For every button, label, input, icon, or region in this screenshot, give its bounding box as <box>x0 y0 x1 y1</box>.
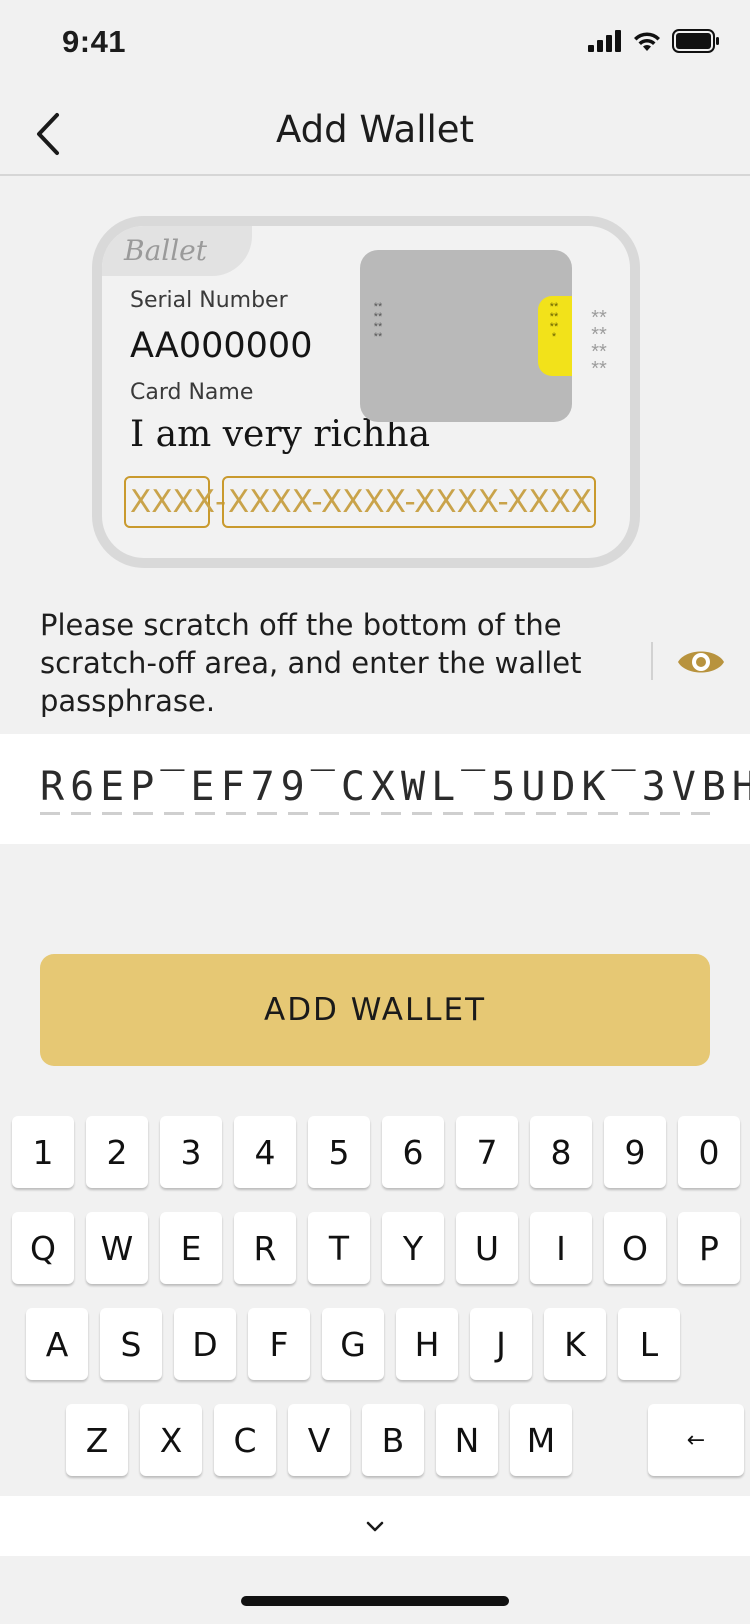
wifi-icon <box>634 32 660 51</box>
scratch-stars: ******** <box>373 301 383 343</box>
key-l[interactable]: L <box>618 1308 680 1380</box>
battery-icon <box>672 29 719 53</box>
code-first: XXXX <box>130 484 215 520</box>
key-5[interactable]: 5 <box>308 1116 370 1188</box>
key-9[interactable]: 9 <box>604 1116 666 1188</box>
scratch-off-area: ******** ******* <box>360 250 572 422</box>
backspace-key[interactable]: ← <box>648 1404 744 1476</box>
key-v[interactable]: V <box>288 1404 350 1476</box>
side-stars: ******** <box>591 307 607 380</box>
key-j[interactable]: J <box>470 1308 532 1380</box>
key-u[interactable]: U <box>456 1212 518 1284</box>
key-f[interactable]: F <box>248 1308 310 1380</box>
serial-number-value: AA000000 <box>130 326 313 366</box>
status-icons <box>588 29 720 53</box>
keyboard-accessory-bar <box>0 1496 750 1556</box>
hologram-strip: ******* <box>538 296 572 376</box>
key-a[interactable]: A <box>26 1308 88 1380</box>
key-3[interactable]: 3 <box>160 1116 222 1188</box>
key-0[interactable]: 0 <box>678 1116 740 1188</box>
key-7[interactable]: 7 <box>456 1116 518 1188</box>
key-i[interactable]: I <box>530 1212 592 1284</box>
key-d[interactable]: D <box>174 1308 236 1380</box>
key-x[interactable]: X <box>140 1404 202 1476</box>
eye-icon <box>678 651 724 673</box>
key-y[interactable]: Y <box>382 1212 444 1284</box>
reveal-passphrase-button[interactable] <box>676 644 726 680</box>
home-indicator[interactable] <box>241 1596 509 1606</box>
cellular-signal-icon <box>588 30 621 52</box>
add-wallet-button[interactable]: ADD WALLET <box>40 954 710 1066</box>
key-6[interactable]: 6 <box>382 1116 444 1188</box>
code-box-first: XXXX <box>124 476 215 528</box>
key-k[interactable]: K <box>544 1308 606 1380</box>
key-1[interactable]: 1 <box>12 1116 74 1188</box>
serial-number-label: Serial Number <box>130 288 288 313</box>
key-n[interactable]: N <box>436 1404 498 1476</box>
key-4[interactable]: 4 <box>234 1116 296 1188</box>
key-q[interactable]: Q <box>12 1212 74 1284</box>
key-w[interactable]: W <box>86 1212 148 1284</box>
strip-stars: ******* <box>549 301 559 343</box>
key-b[interactable]: B <box>362 1404 424 1476</box>
key-e[interactable]: E <box>160 1212 222 1284</box>
passphrase-underline <box>40 812 710 815</box>
card-name-label: Card Name <box>130 380 254 405</box>
key-8[interactable]: 8 <box>530 1116 592 1188</box>
status-time: 9:41 <box>62 24 127 59</box>
brand-logo: Ballet <box>124 234 208 267</box>
key-m[interactable]: M <box>510 1404 572 1476</box>
status-bar: 9:41 <box>0 0 750 88</box>
key-g[interactable]: G <box>322 1308 384 1380</box>
key-2[interactable]: 2 <box>86 1116 148 1188</box>
key-h[interactable]: H <box>396 1308 458 1380</box>
key-t[interactable]: T <box>308 1212 370 1284</box>
key-r[interactable]: R <box>234 1212 296 1284</box>
divider <box>651 642 653 680</box>
collapse-keyboard-button[interactable] <box>360 1512 390 1542</box>
keyboard: 1 2 3 4 5 6 7 8 9 0 Q W E R T Y U I O P … <box>0 1096 750 1496</box>
nav-bar: Add Wallet <box>0 88 750 176</box>
wallet-card: Ballet Serial Number AA000000 Card Name … <box>92 216 640 568</box>
code-rest: XXXX-XXXX-XXXX-XXXX <box>228 484 593 520</box>
chevron-down-icon <box>366 1521 384 1532</box>
key-s[interactable]: S <box>100 1308 162 1380</box>
key-c[interactable]: C <box>214 1404 276 1476</box>
code-box-rest: XXXX-XXXX-XXXX-XXXX <box>222 476 596 528</box>
key-p[interactable]: P <box>678 1212 740 1284</box>
brand-tab: Ballet <box>102 226 252 276</box>
page-title: Add Wallet <box>275 108 475 151</box>
passphrase-input[interactable]: R6EP‾EF79‾CXWL‾5UDK‾3VBH <box>0 734 750 844</box>
instruction-text: Please scratch off the bottom of the scr… <box>40 608 582 718</box>
key-o[interactable]: O <box>604 1212 666 1284</box>
passphrase-value: R6EP‾EF79‾CXWL‾5UDK‾3VBH <box>40 764 750 810</box>
key-z[interactable]: Z <box>66 1404 128 1476</box>
